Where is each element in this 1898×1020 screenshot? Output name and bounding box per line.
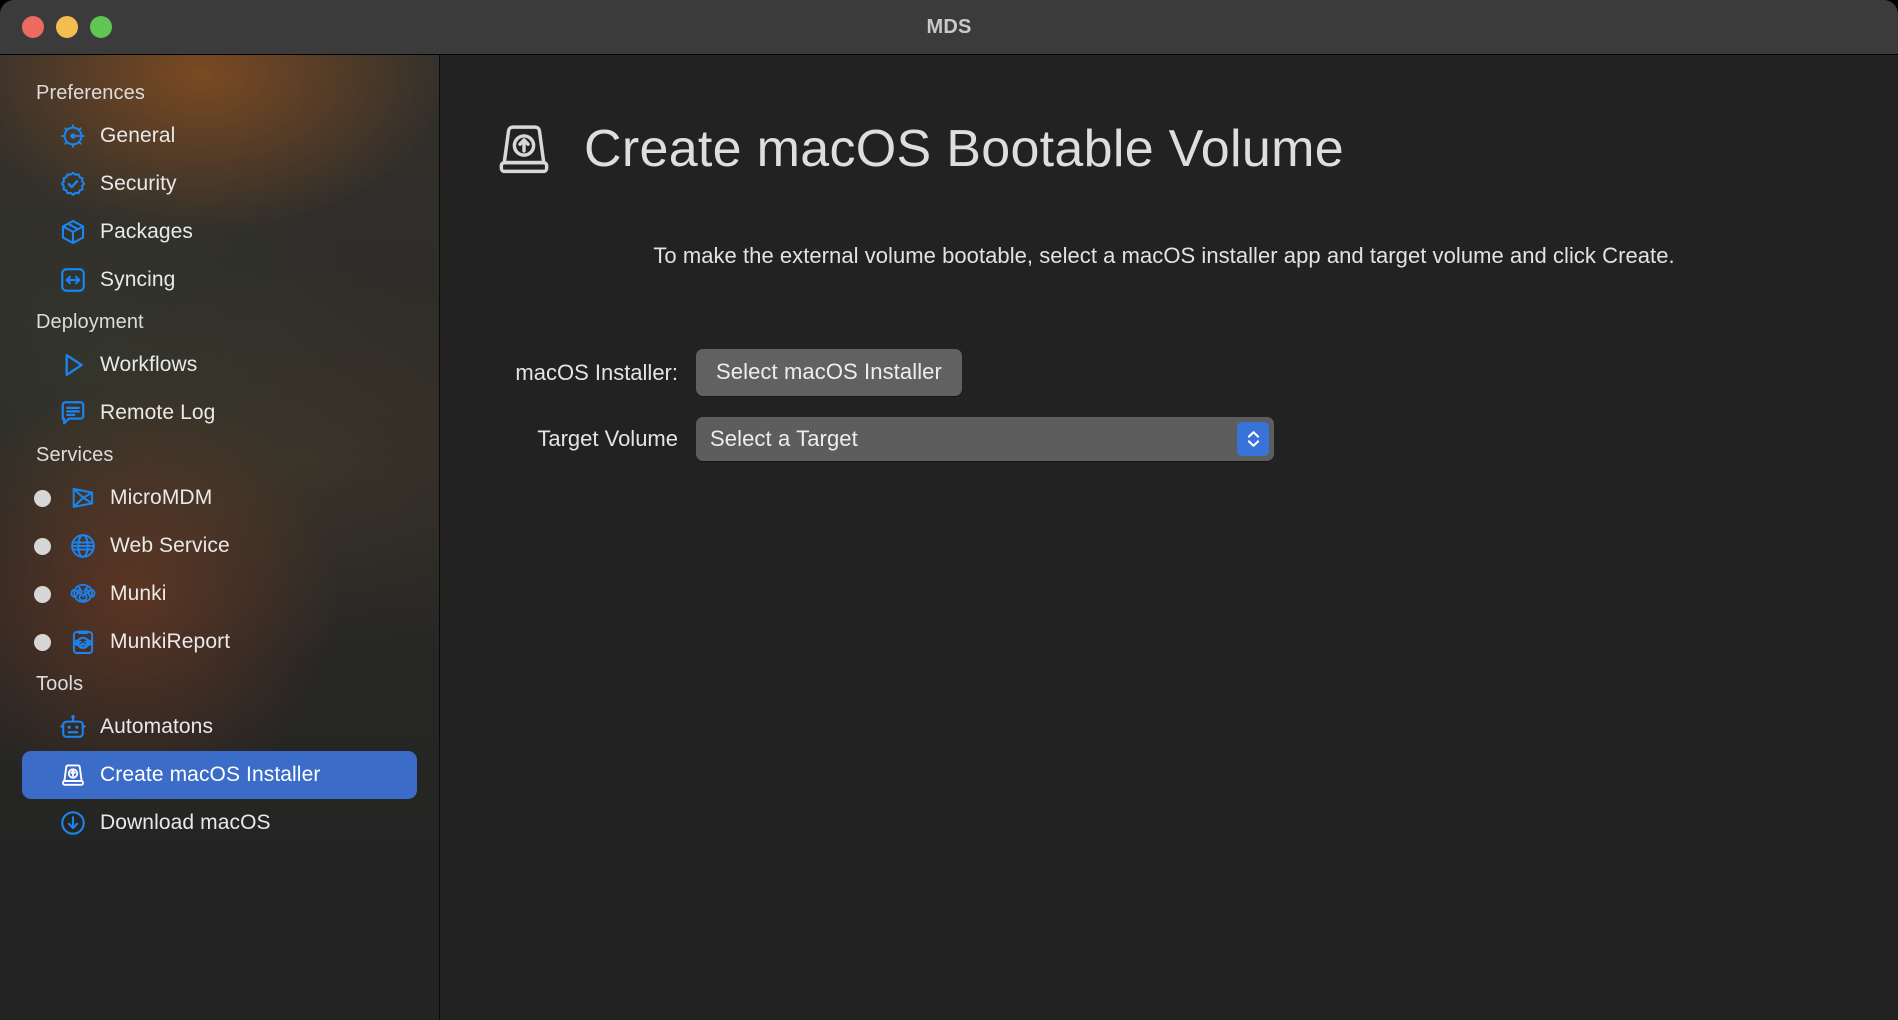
sidebar-item-label: Web Service [110, 534, 230, 557]
target-volume-dropdown[interactable]: Select a Target [696, 417, 1274, 461]
target-volume-selected-value: Select a Target [710, 426, 858, 451]
sidebar-item-label: General [100, 124, 176, 147]
arrows-sync-icon [58, 265, 88, 295]
status-indicator-dot [34, 489, 51, 507]
maximize-window-button[interactable] [90, 16, 112, 38]
clipboard-monkey-icon [68, 627, 98, 657]
sidebar-item-label: Download macOS [100, 811, 271, 834]
speech-bubble-icon [58, 398, 88, 428]
sidebar-item-security[interactable]: Security [22, 160, 417, 208]
status-indicator-dot [34, 633, 51, 651]
sidebar-item-label: MicroMDM [110, 486, 213, 509]
target-volume-row: Target Volume Select a Target [504, 417, 1898, 461]
sidebar-item-automatons[interactable]: Automatons [22, 703, 417, 751]
window-body: Preferences General Security Packages Sy… [0, 55, 1898, 1020]
play-triangle-icon [58, 350, 88, 380]
status-indicator-dot [34, 585, 51, 603]
page-header: Create macOS Bootable Volume [492, 117, 1898, 181]
sidebar-item-label: Remote Log [100, 401, 216, 424]
gear-icon [58, 121, 88, 151]
box-icon [58, 217, 88, 247]
close-window-button[interactable] [22, 16, 44, 38]
chevron-up-down-icon[interactable] [1237, 422, 1269, 456]
sidebar-item-workflows[interactable]: Workflows [22, 341, 417, 389]
micromdm-icon [68, 483, 98, 513]
sidebar-item-packages[interactable]: Packages [22, 208, 417, 256]
download-circle-icon [58, 808, 88, 838]
create-volume-form: macOS Installer: Select macOS Installer … [492, 349, 1898, 461]
sidebar: Preferences General Security Packages Sy… [0, 55, 440, 1020]
external-drive-up-icon [58, 760, 88, 790]
main-content: Create macOS Bootable Volume To make the… [440, 55, 1898, 1020]
munki-monkey-icon [68, 579, 98, 609]
target-volume-label: Target Volume [537, 426, 678, 451]
installer-row: macOS Installer: Select macOS Installer [504, 349, 1898, 396]
sidebar-item-web-service[interactable]: Web Service [22, 522, 417, 570]
select-macos-installer-button[interactable]: Select macOS Installer [696, 349, 962, 396]
sidebar-group-header-preferences: Preferences [36, 82, 145, 104]
sidebar-item-label: Security [100, 172, 177, 195]
sidebar-item-label: Automatons [100, 715, 214, 738]
sidebar-item-download-macos[interactable]: Download macOS [22, 799, 417, 847]
sidebar-content: Preferences General Security Packages Sy… [0, 75, 439, 847]
sidebar-item-remote-log[interactable]: Remote Log [22, 389, 417, 437]
external-drive-up-icon [492, 117, 556, 181]
page-title: Create macOS Bootable Volume [584, 120, 1344, 178]
title-bar: MDS [0, 0, 1898, 55]
sidebar-item-label: Packages [100, 220, 194, 243]
sidebar-item-label: Syncing [100, 268, 176, 291]
sidebar-item-micromdm[interactable]: MicroMDM [22, 474, 417, 522]
robot-icon [58, 712, 88, 742]
globe-icon [68, 531, 98, 561]
sidebar-item-munki[interactable]: Munki [22, 570, 417, 618]
instructions-text: To make the external volume bootable, se… [653, 243, 1675, 268]
traffic-light-group [22, 16, 112, 38]
sidebar-item-label: MunkiReport [110, 630, 231, 653]
sidebar-item-create-macos-installer[interactable]: Create macOS Installer [22, 751, 417, 799]
minimize-window-button[interactable] [56, 16, 78, 38]
installer-label: macOS Installer: [515, 359, 678, 385]
sidebar-item-general[interactable]: General [22, 112, 417, 160]
app-window: MDS Preferences General Security Package… [0, 0, 1898, 1020]
status-indicator-dot [34, 537, 51, 555]
sidebar-group-header-tools: Tools [36, 673, 84, 695]
sidebar-group-header-deployment: Deployment [36, 311, 144, 333]
sidebar-item-syncing[interactable]: Syncing [22, 256, 417, 304]
sidebar-item-label: Munki [110, 582, 167, 605]
sidebar-group-header-services: Services [36, 444, 114, 466]
sidebar-item-label: Create macOS Installer [100, 763, 321, 786]
sidebar-item-munkireport[interactable]: MunkiReport [22, 618, 417, 666]
checkmark-seal-icon [58, 169, 88, 199]
window-title: MDS [926, 15, 972, 38]
sidebar-item-label: Workflows [100, 353, 198, 376]
